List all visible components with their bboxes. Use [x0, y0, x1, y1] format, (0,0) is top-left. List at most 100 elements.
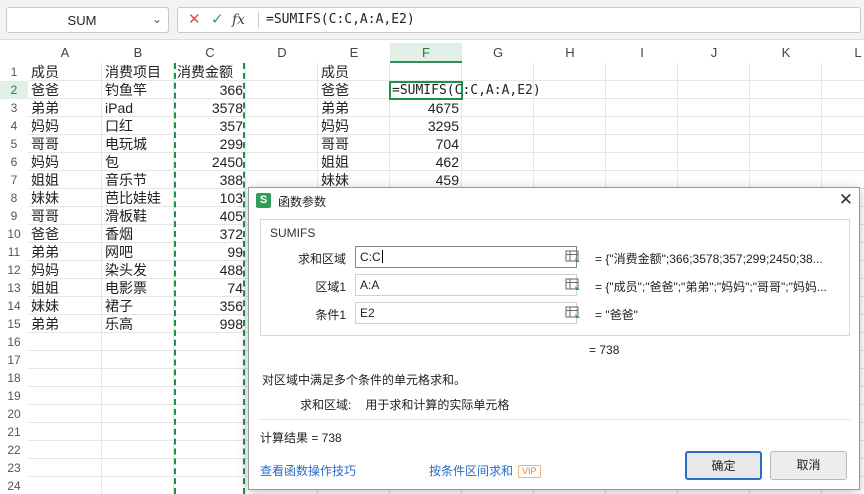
cell-a5[interactable]: 哥哥 — [31, 135, 99, 153]
cell-b8[interactable]: 芭比娃娃 — [105, 189, 171, 207]
cell-b7[interactable]: 音乐节 — [105, 171, 171, 189]
cell-b2[interactable]: 钓鱼竿 — [105, 81, 171, 99]
column-header-h[interactable]: H — [534, 43, 606, 63]
range-select-icon[interactable] — [565, 278, 581, 292]
column-header-d[interactable]: D — [246, 43, 318, 63]
chevron-down-icon[interactable]: ⌄ — [152, 12, 162, 26]
cell-e3[interactable]: 弟弟 — [321, 99, 387, 117]
column-header-j[interactable]: J — [678, 43, 750, 63]
formula-input[interactable]: =SUMIFS(C:C,A:A,E2) — [266, 12, 415, 27]
range1-result: = {"成员";"爸爸";"弟弟";"妈妈";"哥哥";"妈妈... — [595, 280, 827, 294]
column-header-i[interactable]: I — [606, 43, 678, 63]
cell-b11[interactable]: 网吧 — [105, 243, 171, 261]
row-header-1[interactable]: 1 — [0, 63, 28, 81]
range-select-icon[interactable] — [565, 250, 581, 264]
column-gridline — [101, 63, 102, 494]
close-icon[interactable]: ✕ — [839, 190, 853, 210]
row-header-19[interactable]: 19 — [0, 387, 28, 405]
row-header-21[interactable]: 21 — [0, 423, 28, 441]
cell-a8[interactable]: 妹妹 — [31, 189, 99, 207]
column-header-a[interactable]: A — [28, 43, 102, 63]
cell-f6[interactable]: 462 — [393, 153, 459, 171]
cell-e4[interactable]: 妈妈 — [321, 117, 387, 135]
range-select-icon[interactable] — [565, 306, 581, 320]
dialog-titlebar[interactable]: S 函数参数 ✕ — [249, 188, 859, 214]
row-header-3[interactable]: 3 — [0, 99, 28, 117]
column-header-k[interactable]: K — [750, 43, 822, 63]
cell-a3[interactable]: 弟弟 — [31, 99, 99, 117]
column-header-g[interactable]: G — [462, 43, 534, 63]
formula-bar[interactable]: ✕ ✓ fx =SUMIFS(C:C,A:A,E2) — [177, 7, 861, 33]
cell-a2[interactable]: 爸爸 — [31, 81, 99, 99]
row-header-22[interactable]: 22 — [0, 441, 28, 459]
cell-a1[interactable]: 成员 — [31, 63, 99, 81]
cell-b9[interactable]: 滑板鞋 — [105, 207, 171, 225]
cell-a12[interactable]: 妈妈 — [31, 261, 99, 279]
cell-f3[interactable]: 4675 — [393, 99, 459, 117]
cell-b15[interactable]: 乐高 — [105, 315, 171, 333]
cell-e5[interactable]: 哥哥 — [321, 135, 387, 153]
select-all-corner[interactable] — [0, 43, 28, 63]
cell-b3[interactable]: iPad — [105, 99, 171, 117]
column-header-f[interactable]: F — [390, 43, 462, 63]
row-header-9[interactable]: 9 — [0, 207, 28, 225]
row-header-24[interactable]: 24 — [0, 477, 28, 494]
cell-b4[interactable]: 口红 — [105, 117, 171, 135]
cell-b5[interactable]: 电玩城 — [105, 135, 171, 153]
cell-b6[interactable]: 包 — [105, 153, 171, 171]
cell-a11[interactable]: 弟弟 — [31, 243, 99, 261]
confirm-check-icon[interactable]: ✓ — [211, 11, 224, 29]
cell-b12[interactable]: 染头发 — [105, 261, 171, 279]
row-header-7[interactable]: 7 — [0, 171, 28, 189]
row-header-15[interactable]: 15 — [0, 315, 28, 333]
cell-f4[interactable]: 3295 — [393, 117, 459, 135]
row-header-14[interactable]: 14 — [0, 297, 28, 315]
cell-a13[interactable]: 姐姐 — [31, 279, 99, 297]
row-header-6[interactable]: 6 — [0, 153, 28, 171]
cell-a14[interactable]: 妹妹 — [31, 297, 99, 315]
column-header-c[interactable]: C — [174, 43, 246, 63]
active-cell-f2[interactable]: =SUMIFS(C:C,A:A,E2) — [389, 81, 541, 100]
cancel-x-icon[interactable]: ✕ — [188, 11, 201, 29]
row-header-18[interactable]: 18 — [0, 369, 28, 387]
column-header-b[interactable]: B — [102, 43, 174, 63]
row-header-17[interactable]: 17 — [0, 351, 28, 369]
cell-a9[interactable]: 哥哥 — [31, 207, 99, 225]
cell-f5[interactable]: 704 — [393, 135, 459, 153]
text-cursor — [381, 250, 383, 263]
sum-range-input[interactable]: C:C — [355, 246, 577, 268]
cell-a6[interactable]: 妈妈 — [31, 153, 99, 171]
row-header-12[interactable]: 12 — [0, 261, 28, 279]
range1-input[interactable]: A:A — [355, 274, 577, 296]
name-box[interactable]: SUM ⌄ — [6, 7, 169, 33]
cell-b1[interactable]: 消费项目 — [105, 63, 171, 81]
row-header-13[interactable]: 13 — [0, 279, 28, 297]
cell-a10[interactable]: 爸爸 — [31, 225, 99, 243]
row-header-16[interactable]: 16 — [0, 333, 28, 351]
cell-e2[interactable]: 爸爸 — [321, 81, 387, 99]
ok-button[interactable]: 确定 — [685, 451, 762, 480]
function-tips-link[interactable]: 查看函数操作技巧 — [260, 462, 356, 479]
column-header-l[interactable]: L — [822, 43, 864, 63]
row-header-2[interactable]: 2 — [0, 81, 28, 99]
cell-a7[interactable]: 姐姐 — [31, 171, 99, 189]
cell-a15[interactable]: 弟弟 — [31, 315, 99, 333]
row-header-23[interactable]: 23 — [0, 459, 28, 477]
cancel-button[interactable]: 取消 — [770, 451, 847, 480]
cell-b13[interactable]: 电影票 — [105, 279, 171, 297]
column-header-e[interactable]: E — [318, 43, 390, 63]
cell-e6[interactable]: 姐姐 — [321, 153, 387, 171]
conditional-range-sum-link[interactable]: 按条件区间求和 VIP — [429, 462, 541, 479]
row-header-4[interactable]: 4 — [0, 117, 28, 135]
fx-icon[interactable]: fx — [232, 11, 245, 29]
row-header-11[interactable]: 11 — [0, 243, 28, 261]
row-header-5[interactable]: 5 — [0, 135, 28, 153]
cell-e1[interactable]: 成员 — [321, 63, 387, 81]
row-header-20[interactable]: 20 — [0, 405, 28, 423]
cell-b14[interactable]: 裙子 — [105, 297, 171, 315]
cell-a4[interactable]: 妈妈 — [31, 117, 99, 135]
criteria1-input[interactable]: E2 — [355, 302, 577, 324]
row-header-8[interactable]: 8 — [0, 189, 28, 207]
row-header-10[interactable]: 10 — [0, 225, 28, 243]
cell-b10[interactable]: 香烟 — [105, 225, 171, 243]
